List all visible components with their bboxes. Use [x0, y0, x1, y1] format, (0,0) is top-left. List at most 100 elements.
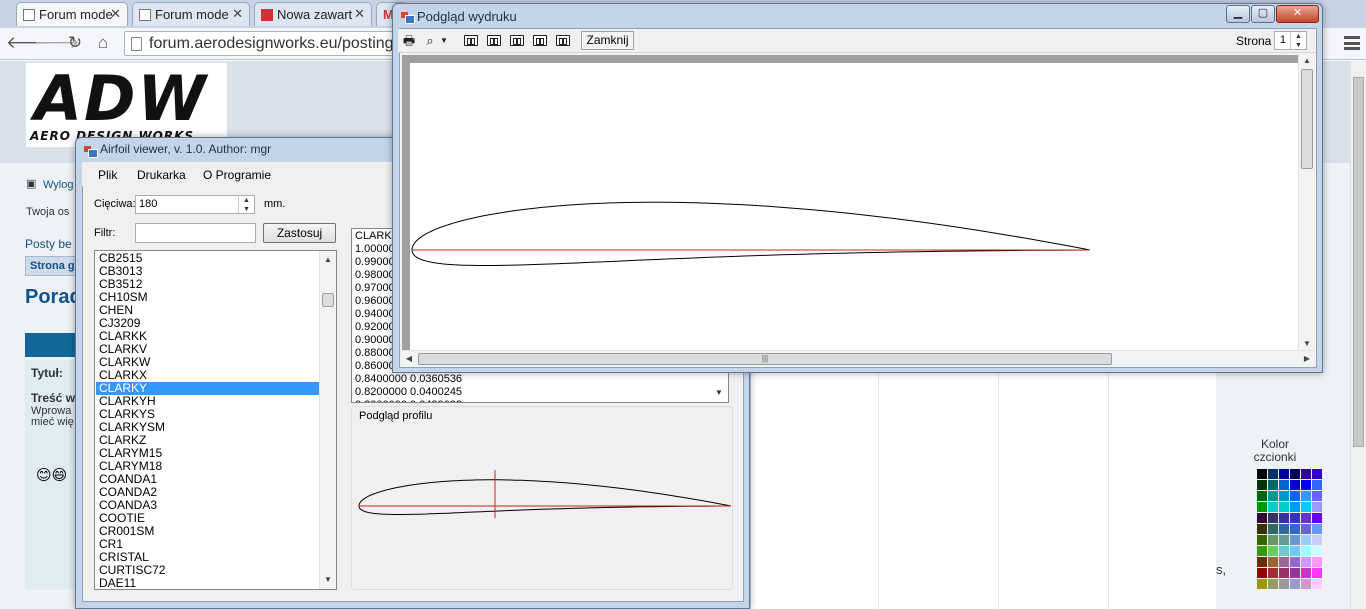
color-swatch[interactable] — [1268, 568, 1278, 578]
color-swatch[interactable] — [1257, 524, 1267, 534]
color-swatch[interactable] — [1268, 524, 1278, 534]
close-icon[interactable]: ✕ — [110, 6, 121, 22]
page-number-input[interactable]: 1 ▲ ▼ — [1274, 31, 1307, 50]
preview-horizontal-scrollbar[interactable]: ◀ ||| ▶ — [402, 350, 1314, 367]
color-swatch[interactable] — [1279, 491, 1289, 501]
emoticons[interactable]: 😊😄 — [36, 466, 67, 484]
color-swatch[interactable] — [1301, 546, 1311, 556]
page-stepper[interactable]: ▲ ▼ — [1290, 32, 1306, 49]
color-swatch[interactable] — [1312, 546, 1322, 556]
color-swatch[interactable] — [1290, 524, 1300, 534]
airfoil-list[interactable]: CB2515 CB3013 CB3512 CH10SM CHEN CJ3209 CLARKK… — [94, 250, 337, 590]
browser-tab-1[interactable]: Forum mode ✕ — [16, 2, 128, 26]
color-swatch[interactable] — [1257, 502, 1267, 512]
color-swatch[interactable] — [1312, 568, 1322, 578]
close-icon[interactable]: ✕ — [354, 6, 365, 22]
color-swatch[interactable] — [1268, 546, 1278, 556]
color-swatch[interactable] — [1279, 557, 1289, 567]
color-swatch[interactable] — [1312, 491, 1322, 501]
reload-icon[interactable]: ↻ — [64, 32, 86, 54]
menu-about[interactable]: O Programie — [203, 168, 271, 182]
color-swatch[interactable] — [1279, 480, 1289, 490]
browser-menu-icon[interactable] — [1344, 36, 1360, 50]
color-swatch[interactable] — [1290, 480, 1300, 490]
scrollbar-thumb[interactable] — [1353, 77, 1364, 447]
color-swatch[interactable] — [1257, 546, 1267, 556]
address-bar[interactable]: forum.aerodesignworks.eu/posting — [124, 31, 404, 56]
color-swatch[interactable] — [1301, 568, 1311, 578]
color-swatch[interactable] — [1257, 513, 1267, 523]
color-swatch[interactable] — [1257, 480, 1267, 490]
color-swatch[interactable] — [1279, 524, 1289, 534]
apply-button[interactable]: Zastosuj — [263, 223, 336, 243]
color-swatch[interactable] — [1290, 513, 1300, 523]
color-swatch[interactable] — [1312, 502, 1322, 512]
scrollbar-thumb[interactable] — [1301, 69, 1313, 169]
six-pages-icon[interactable] — [556, 35, 570, 46]
color-swatch[interactable] — [1268, 480, 1278, 490]
close-icon[interactable]: ✕ — [232, 6, 243, 22]
color-swatch[interactable] — [1268, 557, 1278, 567]
color-swatch[interactable] — [1279, 546, 1289, 556]
color-swatch[interactable] — [1279, 502, 1289, 512]
color-swatch[interactable] — [1257, 535, 1267, 545]
color-swatch[interactable] — [1312, 480, 1322, 490]
browser-tab-2[interactable]: Forum mode ✕ — [132, 2, 250, 26]
color-swatch[interactable] — [1257, 491, 1267, 501]
scroll-down-icon[interactable]: ▼ — [1299, 338, 1315, 350]
color-swatch[interactable] — [1290, 557, 1300, 567]
color-swatch[interactable] — [1312, 524, 1322, 534]
color-swatch[interactable] — [1312, 535, 1322, 545]
three-pages-icon[interactable] — [510, 35, 524, 46]
preview-vertical-scrollbar[interactable]: ▲ ▼ — [1298, 55, 1314, 350]
color-swatch[interactable] — [1290, 535, 1300, 545]
color-swatch[interactable] — [1312, 513, 1322, 523]
filter-input[interactable] — [135, 223, 256, 243]
scroll-right-icon[interactable]: ▶ — [1300, 353, 1314, 365]
chord-input[interactable]: 180 ▲ ▼ — [135, 195, 255, 214]
color-swatch[interactable] — [1268, 491, 1278, 501]
color-swatch[interactable] — [1279, 469, 1289, 479]
color-swatch[interactable] — [1290, 568, 1300, 578]
color-swatch[interactable] — [1290, 491, 1300, 501]
color-swatch[interactable] — [1268, 502, 1278, 512]
menu-file[interactable]: Plik — [98, 168, 117, 182]
color-swatch[interactable] — [1268, 513, 1278, 523]
scroll-up-icon[interactable]: ▲ — [1299, 55, 1315, 67]
page-scrollbar[interactable] — [1350, 61, 1366, 609]
color-swatch[interactable] — [1301, 502, 1311, 512]
scroll-left-icon[interactable]: ◀ — [402, 353, 416, 365]
color-swatch[interactable] — [1257, 557, 1267, 567]
color-swatch[interactable] — [1257, 568, 1267, 578]
smile-icon[interactable]: 😊 — [36, 467, 52, 484]
message-editor[interactable] — [750, 372, 1216, 609]
printer-icon[interactable]: 🖶 — [401, 33, 417, 49]
color-swatch[interactable] — [1301, 491, 1311, 501]
zoom-icon[interactable]: ⌕ — [422, 33, 438, 49]
color-swatch[interactable] — [1279, 568, 1289, 578]
color-swatch[interactable] — [1301, 535, 1311, 545]
color-swatch[interactable] — [1268, 535, 1278, 545]
four-pages-icon[interactable] — [533, 35, 547, 46]
site-logo[interactable]: ADW AERO DESIGN WORKS — [26, 63, 227, 147]
chevron-down-icon[interactable]: ▼ — [712, 386, 726, 400]
color-swatch[interactable] — [1279, 535, 1289, 545]
color-swatch[interactable] — [1312, 579, 1322, 589]
color-swatch[interactable] — [1301, 480, 1311, 490]
posts-link[interactable]: Posty be — [25, 237, 72, 251]
chevron-down-icon[interactable]: ▼ — [439, 33, 449, 49]
color-swatch[interactable] — [1268, 579, 1278, 589]
color-swatch[interactable] — [1268, 469, 1278, 479]
back-icon[interactable]: 🡐 — [6, 32, 52, 54]
home-icon[interactable]: ⌂ — [92, 32, 114, 54]
color-swatch[interactable] — [1312, 469, 1322, 479]
airfoil-list-item[interactable]: CR001SM — [96, 525, 320, 538]
color-swatch[interactable] — [1301, 513, 1311, 523]
two-pages-icon[interactable] — [487, 35, 501, 46]
close-window-button[interactable]: ✕ — [1276, 5, 1319, 23]
color-swatch[interactable] — [1301, 524, 1311, 534]
color-swatch[interactable] — [1257, 469, 1267, 479]
scroll-up-icon[interactable]: ▲ — [320, 253, 336, 267]
color-swatch[interactable] — [1301, 557, 1311, 567]
logout-link[interactable]: Wylog — [43, 179, 73, 191]
